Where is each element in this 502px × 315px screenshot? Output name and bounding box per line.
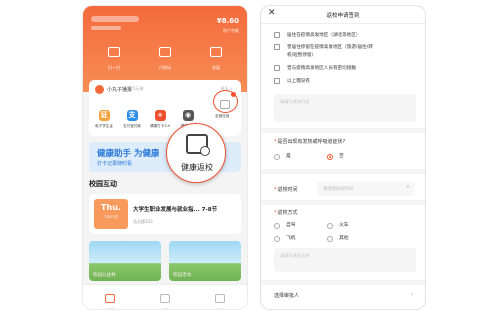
return-application-form: ✕ 返校申请签到 居住在疫情高发地区（湖北等地区） 曾居住停留在疫情高发地区（旅… [261, 6, 425, 309]
message-icon [160, 294, 170, 303]
checkbox-icon [274, 32, 280, 38]
all-apps-label: 全部应用 [215, 114, 230, 118]
service-label: 支付宝付款 [123, 124, 141, 128]
home-icon [105, 294, 115, 303]
scan-icon [108, 47, 120, 57]
tile-label: 校园活动 [173, 273, 191, 278]
tile-campus-activities[interactable]: 校园活动 [169, 241, 241, 281]
course-day: Thu. [101, 203, 121, 212]
symptom-question: *是否出现有发热或呼吸道症状? [274, 139, 346, 145]
pay-code-label: 付款码 [159, 65, 171, 70]
radio-label: 其他 [339, 236, 349, 241]
health-return-magnifier[interactable]: 健康返校 [166, 123, 226, 183]
profile-icon [215, 294, 225, 303]
radio-label: 火车 [339, 223, 349, 228]
checkbox-label: 曾与疫情高发地区人员有密切接触 [287, 66, 356, 71]
radio-selected-icon [327, 154, 333, 160]
radio-icon [274, 223, 280, 229]
divider [261, 128, 425, 133]
course-card[interactable]: Thu. 7月12日 大学生职业发展与就业指... 7-8节 浩天楼203 [89, 194, 241, 234]
transport-label: *返校方式 [274, 210, 298, 216]
return-time-select[interactable]: 请选择返校时间 ▾ [317, 182, 415, 196]
radio-icon [327, 236, 333, 242]
radio-label: 飞机 [286, 236, 296, 241]
health-checkin-icon: + [154, 110, 166, 121]
textarea-placeholder: 请填写具体信息 [280, 253, 310, 258]
divider [261, 200, 425, 205]
recharge-label: 充值 [212, 65, 220, 70]
checkbox-icon [274, 65, 280, 71]
student-card-icon: 证 [98, 110, 110, 121]
divider [261, 280, 425, 285]
service-label: 电子学生证 [95, 124, 113, 128]
tab-label: 我的 [193, 308, 247, 309]
chevron-right-icon[interactable]: › [411, 291, 413, 298]
textarea-placeholder: 请填写具体行程 [280, 99, 310, 104]
health-return-label: 健康返校 [181, 163, 213, 172]
tab-label: 首页 [83, 308, 137, 309]
service-health-checkin[interactable]: + 健康打卡3.0 [147, 102, 173, 129]
symptom-question-text: 是否出现有发热或呼吸道症状? [277, 139, 346, 145]
chevron-down-icon: ▾ [406, 185, 409, 190]
tile-charity-forest[interactable]: 校园公益林 [89, 241, 161, 281]
course-location: 浩天楼203 [133, 219, 153, 224]
banner-headline: 健康助手 为健康 [97, 149, 160, 159]
tab-label: 消息 [138, 308, 192, 309]
bottom-tab-bar: 首页 消息 我的 [83, 284, 247, 309]
checkbox-label: 机/短暂停留） [287, 53, 317, 58]
return-time-placeholder: 请选择返校时间 [323, 187, 354, 192]
card-time: 5天前 [133, 86, 144, 91]
balance-amount: ¥8.60 [216, 17, 239, 25]
course-date: 7月12日 [104, 215, 118, 219]
divider [261, 169, 425, 174]
tile-label: 校园公益林 [93, 273, 116, 278]
return-time-text: 返校时间 [277, 187, 298, 193]
form-header: ✕ 返校申请签到 [261, 6, 425, 24]
qr-code-icon [159, 47, 171, 57]
itinerary-textarea[interactable]: 请填写具体行程 [274, 94, 416, 122]
banner-subline: 打卡记录随时看 [97, 161, 133, 167]
radio-icon [274, 154, 280, 160]
course-title: 大学生职业发展与就业指... 7-8节 [133, 207, 218, 213]
checklist-icon [186, 134, 210, 156]
checkbox-icon [274, 78, 280, 84]
balance-label: 账户余额 [223, 28, 239, 33]
scan-label: 扫一扫 [108, 65, 120, 70]
pay-code-button[interactable]: 付款码 [140, 42, 190, 71]
radio-label: 是 [286, 154, 291, 159]
wallet-icon [210, 47, 222, 57]
return-time-label: *返校时间 [274, 187, 298, 193]
transport-detail-textarea[interactable]: 请填写具体信息 [274, 248, 416, 272]
scan-button[interactable]: 扫一扫 [89, 42, 139, 71]
radio-icon [327, 223, 333, 229]
tab-profile[interactable]: 我的 [193, 288, 247, 309]
radio-label: 否 [339, 154, 344, 159]
page-title: 返校申请签到 [326, 13, 360, 19]
tab-messages[interactable]: 消息 [138, 288, 192, 309]
card-title: 小丸子播报 [107, 87, 133, 93]
choose-approver-label[interactable]: 选择审批人 [274, 292, 299, 299]
tab-home[interactable]: 首页 [83, 288, 137, 309]
service-student-card[interactable]: 证 电子学生证 [91, 102, 117, 129]
service-label: 健康打卡3.0 [149, 124, 171, 128]
course-date-badge: Thu. 7月12日 [94, 199, 128, 229]
checkbox-label: 居住在疫情高发地区（湖北等地区） [287, 33, 361, 38]
blurred-user-info [91, 26, 121, 30]
camera-icon: ◉ [182, 110, 194, 121]
alipay-icon: 支 [126, 110, 138, 121]
broadcast-logo-icon [95, 85, 104, 94]
blurred-user-info [91, 16, 139, 22]
radio-label: 自驾 [286, 223, 296, 228]
checkbox-label: 以上都没有 [287, 79, 310, 84]
radio-icon [274, 236, 280, 242]
recharge-button[interactable]: 充值 [191, 42, 241, 71]
service-alipay[interactable]: 支 支付宝付款 [119, 102, 145, 129]
checkbox-icon [274, 44, 280, 50]
section-title: 校园互动 [89, 180, 117, 188]
transport-text: 返校方式 [277, 210, 298, 216]
highlight-ring [213, 90, 238, 113]
checkbox-label: 曾居住停留在疫情高发地区（旅游/居住/转 [287, 45, 373, 50]
